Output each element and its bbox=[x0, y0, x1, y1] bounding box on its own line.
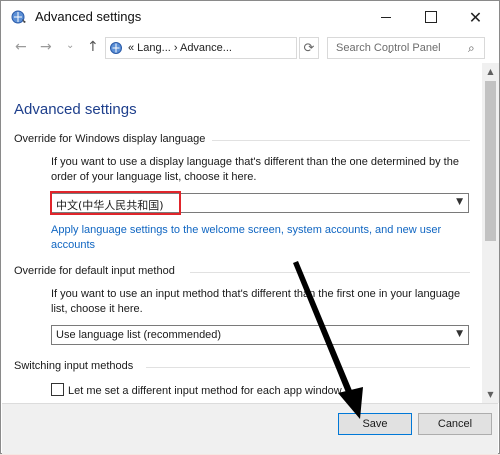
forward-arrow-icon[interactable]: → bbox=[40, 39, 52, 55]
scroll-thumb[interactable] bbox=[485, 81, 496, 241]
up-arrow-icon[interactable]: ↑ bbox=[87, 39, 99, 55]
content-area: Advanced settings Override for Windows d… bbox=[2, 63, 482, 403]
close-button[interactable]: ✕ bbox=[453, 1, 498, 33]
cancel-button[interactable]: Cancel bbox=[418, 413, 492, 435]
recent-locations-icon[interactable]: ⌄ bbox=[66, 40, 74, 51]
chevron-down-icon: ▼ bbox=[456, 329, 463, 339]
advanced-settings-window: Advanced settings ✕ ← → ⌄ ↑ « Lang... › … bbox=[0, 0, 500, 454]
close-icon: ✕ bbox=[468, 7, 483, 27]
input-method-heading: Override for default input method bbox=[14, 265, 175, 277]
back-arrow-icon[interactable]: ← bbox=[15, 39, 27, 55]
highlight-box bbox=[50, 191, 181, 215]
scroll-up-icon[interactable]: ▲ bbox=[482, 63, 499, 80]
footer-bar: Save Cancel bbox=[2, 403, 498, 454]
minimize-button[interactable] bbox=[363, 1, 408, 33]
per-app-input-label: Let me set a different input method for … bbox=[68, 385, 342, 397]
display-language-description: If you want to use a display language th… bbox=[51, 156, 459, 183]
address-bar[interactable]: « Lang... › Advance... ⌄ bbox=[105, 37, 394, 59]
control-panel-icon bbox=[110, 42, 122, 54]
control-panel-icon bbox=[11, 10, 26, 24]
maximize-button[interactable] bbox=[408, 1, 453, 33]
chevron-down-icon: ▼ bbox=[456, 197, 463, 207]
maximize-icon bbox=[424, 11, 437, 23]
input-method-description: If you want to use an input method that'… bbox=[51, 288, 461, 315]
page-title: Advanced settings bbox=[14, 101, 137, 118]
window-title: Advanced settings bbox=[35, 9, 142, 24]
input-method-value: Use language list (recommended) bbox=[56, 329, 222, 341]
breadcrumb[interactable]: « Lang... › Advance... bbox=[128, 42, 232, 54]
search-box[interactable]: Search Control Panel ⌕ bbox=[327, 37, 485, 59]
switching-heading: Switching input methods bbox=[14, 360, 134, 372]
search-icon[interactable]: ⌕ bbox=[468, 41, 475, 56]
minimize-icon bbox=[380, 16, 391, 18]
navigation-bar: ← → ⌄ ↑ « Lang... › Advance... ⌄ ⟳ Searc… bbox=[1, 33, 499, 63]
divider bbox=[190, 272, 470, 273]
refresh-button[interactable]: ⟳ bbox=[299, 37, 319, 59]
per-app-input-checkbox[interactable] bbox=[51, 383, 64, 396]
search-input[interactable]: Search Control Panel bbox=[336, 42, 441, 54]
scroll-down-icon[interactable]: ▼ bbox=[482, 386, 499, 403]
divider bbox=[212, 140, 470, 141]
divider bbox=[146, 367, 470, 368]
vertical-scrollbar[interactable]: ▲ ▼ bbox=[482, 63, 499, 403]
per-app-input-checkbox-row[interactable]: Let me set a different input method for … bbox=[51, 383, 342, 397]
display-language-heading: Override for Windows display language bbox=[14, 133, 206, 145]
refresh-icon: ⟳ bbox=[303, 40, 315, 56]
title-bar[interactable]: Advanced settings ✕ bbox=[1, 1, 499, 33]
apply-language-settings-link[interactable]: Apply language settings to the welcome s… bbox=[51, 223, 461, 253]
input-method-dropdown[interactable]: Use language list (recommended) ▼ bbox=[51, 325, 469, 345]
save-button[interactable]: Save bbox=[338, 413, 412, 435]
